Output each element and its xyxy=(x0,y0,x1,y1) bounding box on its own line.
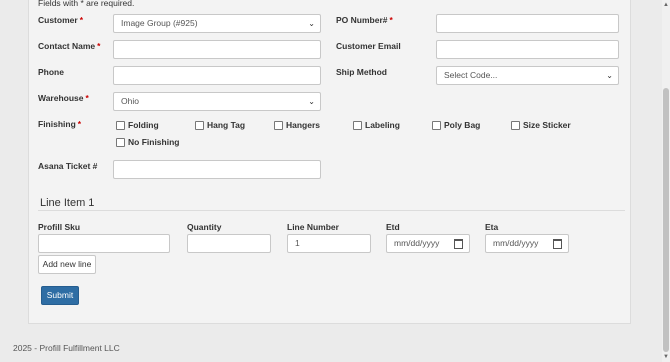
profill-sku-input[interactable] xyxy=(38,234,170,253)
etd-label: Etd xyxy=(386,222,400,232)
contact-name-input[interactable] xyxy=(113,40,321,59)
scroll-up-icon[interactable]: ▲ xyxy=(663,2,669,8)
scroll-down-icon[interactable]: ▼ xyxy=(663,354,669,360)
finishing-option-no-finishing[interactable]: No Finishing xyxy=(116,137,179,147)
required-marker: * xyxy=(97,41,101,51)
required-marker: * xyxy=(77,119,82,129)
asana-ticket-label: Asana Ticket # xyxy=(38,161,98,171)
finishing-option-hangers[interactable]: Hangers xyxy=(274,120,320,130)
line-number-label: Line Number xyxy=(287,222,339,232)
eta-date-input[interactable]: mm/dd/yyyy xyxy=(485,234,569,253)
scrollbar-thumb[interactable] xyxy=(663,88,669,352)
quantity-input[interactable] xyxy=(187,234,271,253)
profill-sku-label: Profill Sku xyxy=(38,222,81,232)
line-number-input[interactable]: 1 xyxy=(287,234,371,253)
po-number-label: PO Number# * xyxy=(336,15,393,25)
contact-name-label: Contact Name * xyxy=(38,41,101,51)
submit-button[interactable]: Submit xyxy=(41,286,79,305)
finishing-option-size-sticker[interactable]: Size Sticker xyxy=(511,120,571,130)
finishing-option-hang-tag[interactable]: Hang Tag xyxy=(195,120,245,130)
po-number-input[interactable] xyxy=(436,14,619,33)
customer-email-input[interactable] xyxy=(436,40,619,59)
ship-method-select-value: Select Code... xyxy=(444,70,498,80)
customer-select-value: Image Group (#925) xyxy=(121,18,198,28)
required-marker: * xyxy=(85,93,89,103)
etd-placeholder: mm/dd/yyyy xyxy=(394,238,440,248)
page-scrollbar[interactable]: ▲ ▼ xyxy=(662,0,670,362)
footer-copyright: 2025 - Profill Fulfillment LLC xyxy=(13,343,120,353)
checkbox[interactable] xyxy=(116,120,125,130)
warehouse-select-value: Ohio xyxy=(121,96,139,106)
chevron-down-icon: ⌄ xyxy=(606,71,613,80)
checkbox[interactable] xyxy=(511,120,520,130)
ship-method-label: Ship Method xyxy=(336,67,387,77)
phone-input[interactable] xyxy=(113,66,321,85)
chevron-down-icon: ⌄ xyxy=(308,19,315,28)
warehouse-label: Warehouse * xyxy=(38,93,89,103)
calendar-icon[interactable] xyxy=(454,239,463,249)
customer-label: Customer * xyxy=(38,15,83,25)
finishing-option-poly-bag[interactable]: Poly Bag xyxy=(432,120,480,130)
required-marker: * xyxy=(79,15,83,25)
required-marker: * xyxy=(389,15,393,25)
add-new-line-button[interactable]: Add new line xyxy=(38,255,96,274)
chevron-down-icon: ⌄ xyxy=(308,97,315,106)
section-divider xyxy=(38,210,625,211)
eta-label: Eta xyxy=(485,222,499,232)
checkbox[interactable] xyxy=(432,120,441,130)
line-item-title: Line Item 1 xyxy=(40,197,95,209)
quantity-label: Quantity xyxy=(187,222,222,232)
customer-select[interactable]: Image Group (#925) ⌄ xyxy=(113,14,321,33)
asana-ticket-input[interactable] xyxy=(113,160,321,179)
ship-method-select[interactable]: Select Code... ⌄ xyxy=(436,66,619,85)
checkbox[interactable] xyxy=(195,120,204,130)
customer-email-label: Customer Email xyxy=(336,41,401,51)
finishing-label: Finishing * xyxy=(38,119,82,129)
checkbox[interactable] xyxy=(116,137,125,147)
eta-placeholder: mm/dd/yyyy xyxy=(493,238,539,248)
checkbox[interactable] xyxy=(274,120,283,130)
finishing-option-labeling[interactable]: Labeling xyxy=(353,120,400,130)
etd-date-input[interactable]: mm/dd/yyyy xyxy=(386,234,470,253)
checkbox[interactable] xyxy=(353,120,362,130)
warehouse-select[interactable]: Ohio ⌄ xyxy=(113,92,321,111)
calendar-icon[interactable] xyxy=(553,239,562,249)
phone-label: Phone xyxy=(38,67,64,77)
required-note: Fields with * are required. xyxy=(38,0,135,8)
finishing-option-folding[interactable]: Folding xyxy=(116,120,159,130)
